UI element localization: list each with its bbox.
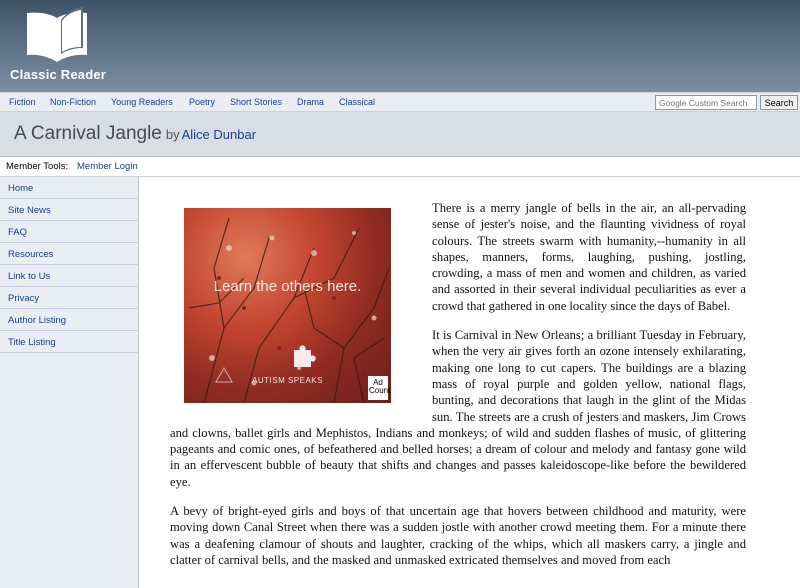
site-name[interactable]: Classic Reader (10, 67, 106, 82)
search-button[interactable]: Search (760, 95, 798, 110)
nav-young-readers[interactable]: Young Readers (111, 97, 173, 107)
nav-non-fiction[interactable]: Non-Fiction (50, 97, 96, 107)
sidebar-item-home[interactable]: Home (0, 177, 139, 199)
sidebar-item-privacy[interactable]: Privacy (0, 287, 139, 309)
category-nav: Fiction Non-Fiction Young Readers Poetry… (0, 92, 800, 112)
nav-classical[interactable]: Classical (339, 97, 375, 107)
main-content: Learn the others here. AUTISM SPEAKS Ad … (140, 178, 800, 588)
author-link[interactable]: Alice Dunbar (182, 127, 256, 142)
sidebar: Home Site News FAQ Resources Link to Us … (0, 177, 139, 588)
story-text: There is a merry jangle of bells in the … (170, 200, 746, 581)
sidebar-item-faq[interactable]: FAQ (0, 221, 139, 243)
member-tools-bar: Member Tools: Member Login (0, 157, 800, 177)
page-title: A Carnival Jangle by Alice Dunbar (14, 123, 256, 145)
member-tools-label: Member Tools: (6, 161, 69, 172)
by-label: by (165, 127, 180, 142)
title-bar: A Carnival Jangle by Alice Dunbar (0, 112, 800, 157)
nav-drama[interactable]: Drama (297, 97, 324, 107)
sidebar-item-resources[interactable]: Resources (0, 243, 139, 265)
member-login-link[interactable]: Member Login (77, 161, 138, 172)
ad-spacer (170, 200, 432, 414)
nav-fiction[interactable]: Fiction (9, 97, 36, 107)
nav-poetry[interactable]: Poetry (189, 97, 215, 107)
sidebar-item-site-news[interactable]: Site News (0, 199, 139, 221)
sidebar-item-author-listing[interactable]: Author Listing (0, 309, 139, 331)
book-title: A Carnival Jangle (14, 123, 162, 144)
search-input[interactable] (655, 95, 757, 110)
nav-short-stories[interactable]: Short Stories (230, 97, 282, 107)
site-header: Classic Reader (0, 0, 800, 92)
sidebar-item-link-to-us[interactable]: Link to Us (0, 265, 139, 287)
sidebar-item-title-listing[interactable]: Title Listing (0, 331, 139, 353)
paragraph: A bevy of bright-eyed girls and boys of … (170, 504, 746, 567)
open-book-icon[interactable] (24, 4, 90, 66)
